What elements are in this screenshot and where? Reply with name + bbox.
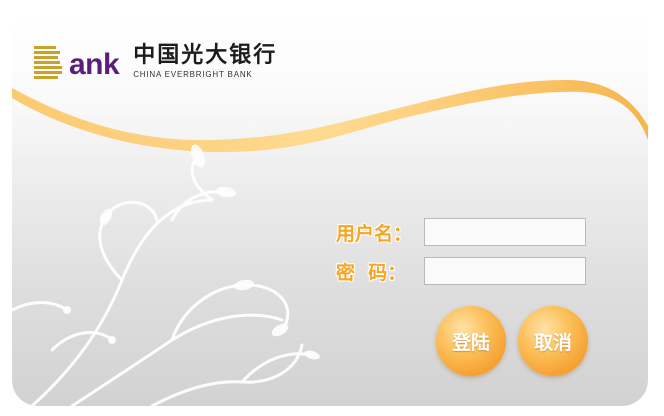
password-row: 密 码： — [336, 257, 586, 285]
password-input[interactable] — [424, 257, 586, 285]
username-row: 用户名： — [336, 218, 586, 246]
username-input[interactable] — [424, 218, 586, 246]
login-button[interactable]: 登陆 — [436, 306, 506, 376]
cancel-button[interactable]: 取消 — [518, 306, 588, 376]
gold-striped-b-icon — [34, 46, 62, 79]
bank-name-chinese: 中国光大银行 — [133, 43, 278, 68]
password-label: 密 码： — [336, 261, 407, 284]
cancel-button-label: 取消 — [533, 331, 572, 354]
logo-brand-text: ank — [69, 48, 120, 81]
logo-text-block: 中国光大银行 CHINA EVERBRIGHT BANK — [133, 44, 277, 80]
bank-name-english: CHINA EVERBRIGHT BANK — [133, 70, 253, 79]
bank-logo: ank 中国光大银行 CHINA EVERBRIGHT BANK — [32, 40, 277, 84]
login-card: ank 中国光大银行 CHINA EVERBRIGHT BANK 用户名： 密 … — [12, 10, 648, 406]
username-label: 用户名： — [336, 222, 413, 245]
login-button-label: 登陆 — [451, 331, 490, 354]
